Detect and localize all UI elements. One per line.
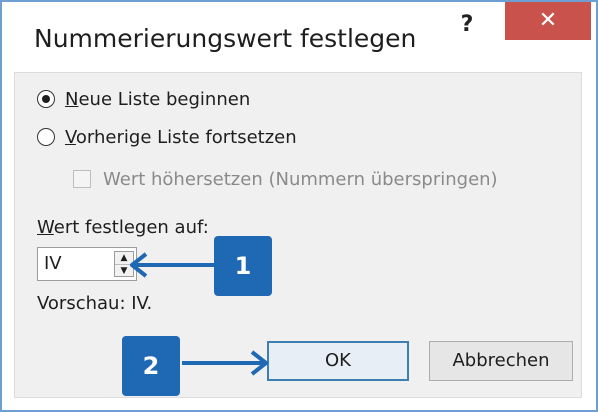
help-button[interactable]: ?	[454, 10, 480, 40]
radio-continue-list-label: Vorherige Liste fortsetzen	[65, 126, 297, 148]
radio-button-unselected[interactable]	[37, 128, 55, 146]
radio-continue-list[interactable]: Vorherige Liste fortsetzen	[37, 123, 297, 151]
close-icon: ✕	[538, 8, 558, 33]
value-input[interactable]: IV	[44, 253, 62, 274]
radio-new-list[interactable]: Neue Liste beginnen	[37, 85, 250, 113]
callout-2: 2	[122, 336, 180, 396]
dialog-window: Nummerierungswert festlegen ? ✕ Neue Lis…	[0, 0, 598, 412]
callout-arrow-1	[130, 252, 218, 278]
ok-button[interactable]: OK	[267, 341, 409, 381]
checkbox-advance-value-label: Wert höhersetzen (Nummern überspringen)	[103, 168, 498, 190]
checkbox-disabled[interactable]	[73, 170, 91, 188]
preview-text: Vorschau: IV.	[37, 293, 153, 314]
dialog-title: Nummerierungswert festlegen	[34, 24, 417, 53]
checkbox-advance-value[interactable]: Wert höhersetzen (Nummern überspringen)	[73, 165, 498, 193]
callout-1: 1	[214, 236, 272, 296]
callout-arrow-2	[182, 350, 268, 376]
radio-new-list-label: Neue Liste beginnen	[65, 88, 251, 110]
close-button[interactable]: ✕	[505, 2, 591, 40]
radio-button-selected[interactable]	[37, 90, 55, 108]
cancel-button[interactable]: Abbrechen	[429, 341, 573, 381]
set-value-label: Wert festlegen auf:	[37, 217, 209, 238]
title-bar: Nummerierungswert festlegen ? ✕	[2, 2, 596, 78]
dialog-content: Neue Liste beginnen Vorherige Liste fort…	[14, 72, 582, 398]
